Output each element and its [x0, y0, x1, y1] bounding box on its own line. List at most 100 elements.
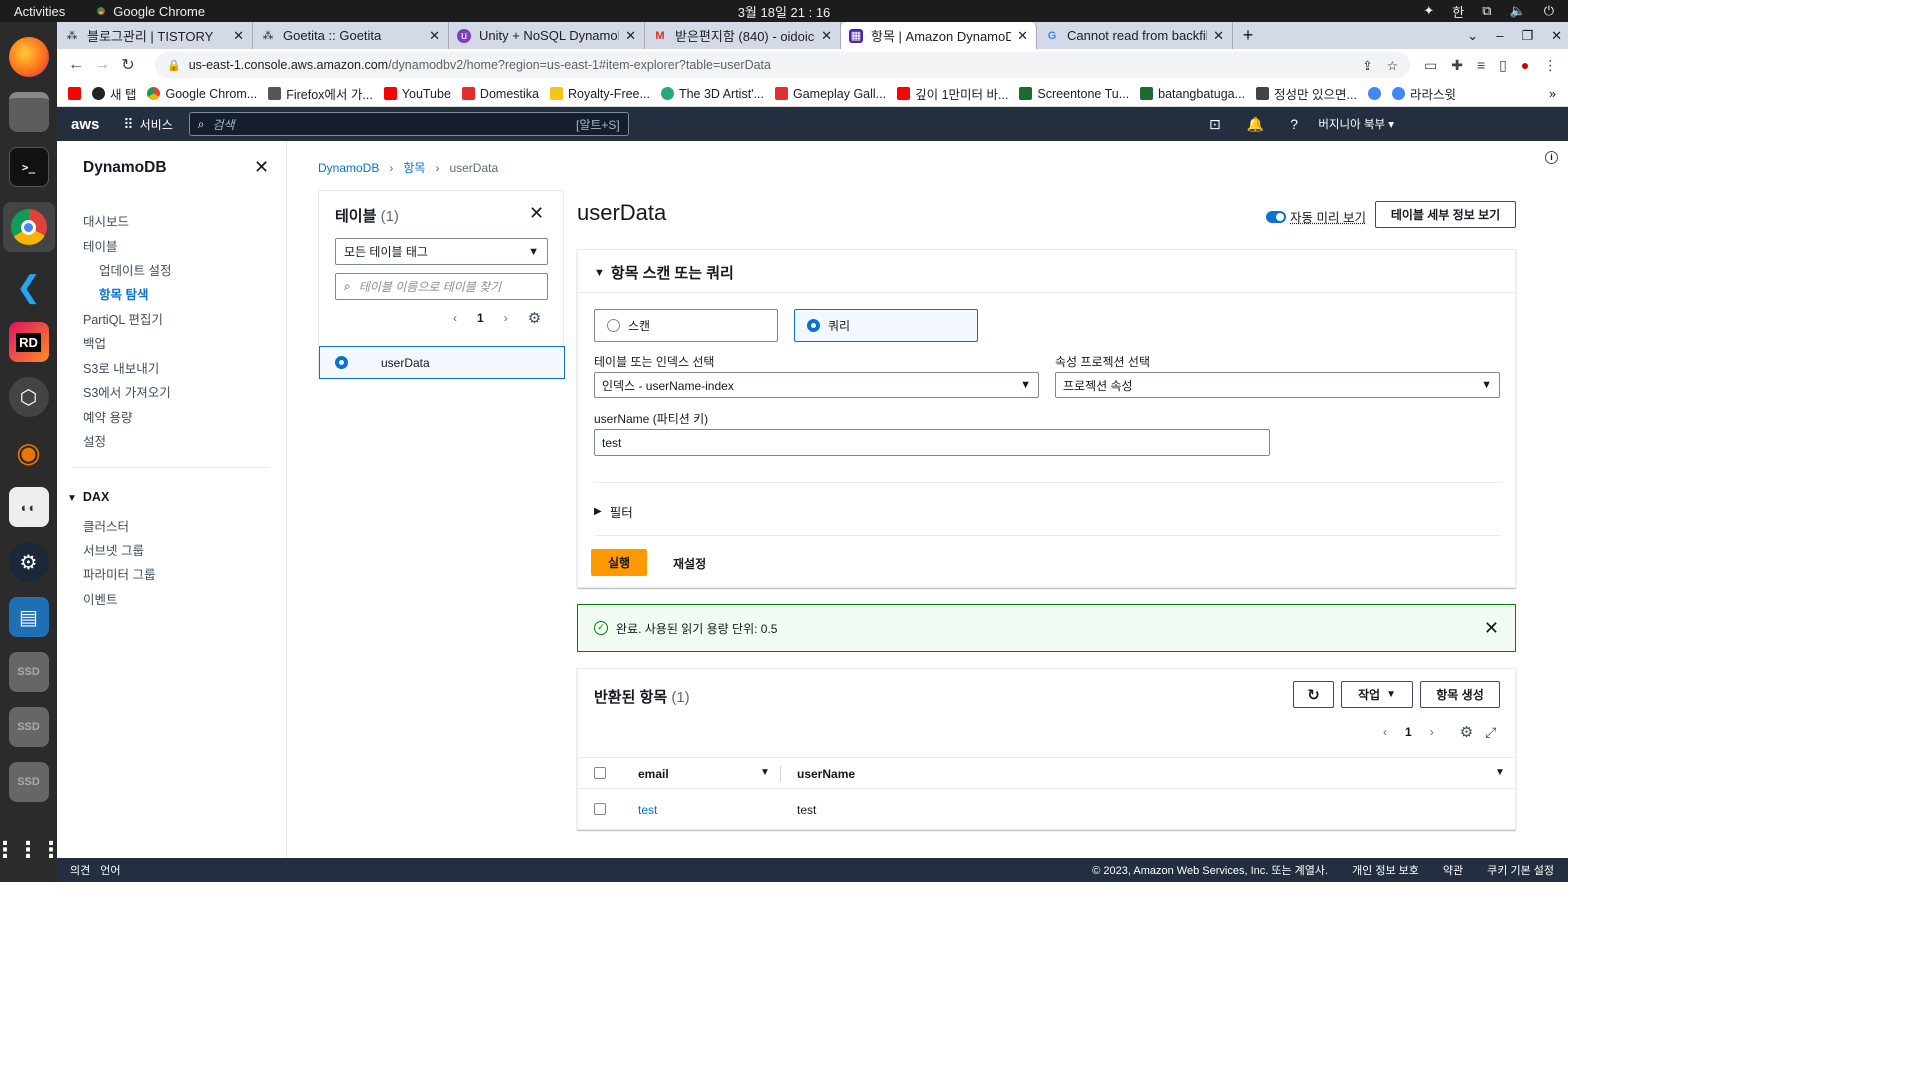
- tab-search-icon[interactable]: ⌄: [1467, 22, 1478, 49]
- firefox-icon[interactable]: [8, 37, 49, 77]
- partition-key-input[interactable]: test: [594, 429, 1270, 456]
- feedback-link[interactable]: 의견: [70, 862, 90, 878]
- create-item-button[interactable]: 항목 생성: [1420, 681, 1500, 708]
- reset-button[interactable]: 재설정: [673, 555, 706, 572]
- tab-gmail[interactable]: M 받은편지함 (840) - oidoico ✕: [645, 22, 841, 49]
- nav-item-dashboard[interactable]: 대시보드: [83, 211, 129, 230]
- nav-item-parameter-groups[interactable]: 파라미터 그룹: [83, 564, 155, 583]
- scan-query-header[interactable]: ▼ 항목 스캔 또는 쿼리: [594, 262, 734, 283]
- bookmark-item[interactable]: The 3D Artist'...: [660, 87, 764, 101]
- lock-icon[interactable]: 🔒: [167, 59, 181, 72]
- tab-close-icon[interactable]: ✕: [821, 28, 832, 44]
- nav-item-reserved-capacity[interactable]: 예약 용량: [83, 407, 132, 426]
- volume-icon[interactable]: 🔈: [1510, 3, 1526, 19]
- scan-option[interactable]: 스캔: [594, 309, 778, 342]
- filters-expander[interactable]: ▶ 필터: [594, 502, 633, 521]
- chrome-icon[interactable]: [2, 202, 55, 252]
- vscode-icon[interactable]: ❮: [8, 267, 49, 307]
- next-page-icon[interactable]: ›: [504, 311, 508, 325]
- nav-item-clusters[interactable]: 클러스터: [83, 516, 129, 535]
- tab-close-icon[interactable]: ✕: [429, 28, 440, 44]
- info-icon[interactable]: i: [1545, 151, 1558, 164]
- viewer-icon[interactable]: ◐◐: [8, 487, 49, 527]
- tab-dynamodb[interactable]: ▦ 항목 | Amazon DynamoDB ✕: [841, 22, 1037, 49]
- steam-icon[interactable]: ⚙: [8, 542, 49, 582]
- projection-select[interactable]: 프로젝션 속성 ▼: [1055, 372, 1500, 398]
- region-selector[interactable]: 버지니아 북부 ▾: [1318, 116, 1394, 132]
- search-input[interactable]: ⌕ 검색 [알트+S]: [188, 112, 629, 136]
- bookmark-item[interactable]: 새 탭: [92, 84, 136, 103]
- maximize-icon[interactable]: ❐: [1521, 22, 1533, 49]
- nav-item-tables[interactable]: 테이블: [83, 236, 118, 255]
- index-select[interactable]: 인덱스 - userName-index ▼: [594, 372, 1039, 398]
- reload-icon[interactable]: ↻: [115, 55, 141, 75]
- notifications-icon[interactable]: 🔔: [1247, 116, 1264, 133]
- ssd-icon[interactable]: SSD: [8, 652, 49, 692]
- cell-email-link[interactable]: test: [638, 803, 657, 817]
- ssd-icon[interactable]: SSD: [8, 762, 49, 802]
- share-icon[interactable]: ⇪: [1362, 58, 1372, 73]
- profile-avatar[interactable]: ●: [1521, 57, 1529, 74]
- power-icon[interactable]: ⏻: [1544, 3, 1554, 19]
- page-number[interactable]: 1: [1405, 725, 1412, 739]
- breadcrumb-dynamodb[interactable]: DynamoDB: [318, 161, 379, 175]
- nav-item-update-settings[interactable]: 업데이트 설정: [99, 260, 171, 279]
- bookmark-star-icon[interactable]: ☆: [1387, 58, 1398, 73]
- help-icon[interactable]: ?: [1290, 116, 1298, 133]
- terminal-icon[interactable]: >_: [8, 147, 49, 187]
- activities-button[interactable]: Activities: [0, 4, 79, 19]
- bookmark-item[interactable]: Gameplay Gall...: [775, 87, 886, 101]
- language-link[interactable]: 언어: [100, 862, 120, 878]
- nav-item-partiql-editor[interactable]: PartiQL 편집기: [83, 309, 163, 328]
- nav-item-import-s3[interactable]: S3에서 가져오기: [83, 382, 171, 401]
- auto-preview-toggle[interactable]: 자동 미리 보기: [1266, 207, 1366, 226]
- bookmark-item[interactable]: Domestika: [461, 87, 539, 101]
- forward-icon[interactable]: →: [89, 56, 115, 74]
- ssd-icon[interactable]: SSD: [8, 707, 49, 747]
- table-list-item[interactable]: userData: [319, 346, 565, 379]
- table-search-input[interactable]: ⌕ 테이블 이름으로 테이블 찾기: [335, 273, 548, 300]
- column-header-username[interactable]: userName: [797, 767, 855, 781]
- next-page-icon[interactable]: ›: [1430, 725, 1434, 739]
- query-option[interactable]: 쿼리: [794, 309, 978, 342]
- privacy-link[interactable]: 개인 정보 보호: [1352, 862, 1419, 878]
- rider-icon[interactable]: RD: [8, 322, 49, 362]
- table-radio[interactable]: [335, 356, 348, 369]
- fullscreen-icon[interactable]: ⤢: [1485, 724, 1496, 741]
- close-window-icon[interactable]: ✕: [1551, 22, 1562, 49]
- network-icon[interactable]: ⧉: [1482, 3, 1491, 19]
- query-radio[interactable]: [807, 319, 820, 332]
- nav-item-backups[interactable]: 백업: [83, 333, 106, 352]
- tab-close-icon[interactable]: ✕: [1213, 28, 1224, 44]
- nav-item-settings[interactable]: 설정: [83, 431, 106, 450]
- system-tray[interactable]: ✦ 한 ⧉ 🔈 ⏻: [1423, 0, 1554, 22]
- table-tag-select[interactable]: 모든 테이블 태그 ▼: [335, 238, 548, 265]
- files-icon[interactable]: [8, 92, 49, 132]
- terms-link[interactable]: 약관: [1443, 862, 1463, 878]
- bookmark-google-shortcut[interactable]: [1367, 87, 1381, 100]
- reading-list-icon[interactable]: ≡: [1477, 57, 1485, 74]
- dismiss-alert-icon[interactable]: ✕: [1484, 618, 1499, 639]
- refresh-button[interactable]: ↻: [1293, 681, 1334, 708]
- nav-title[interactable]: DynamoDB: [83, 159, 167, 177]
- column-separator[interactable]: [780, 766, 781, 782]
- back-icon[interactable]: ←: [63, 56, 89, 74]
- bookmark-item[interactable]: 라라스윗: [1391, 84, 1456, 103]
- nav-item-explore-items[interactable]: 항목 탐색: [99, 284, 148, 303]
- bookmark-item[interactable]: batangbatuga...: [1140, 87, 1245, 101]
- settings-gear-icon[interactable]: ⚙: [528, 309, 541, 327]
- new-tab-button[interactable]: +: [1233, 22, 1263, 49]
- column-header-email[interactable]: email: [638, 767, 669, 781]
- prev-page-icon[interactable]: ‹: [1383, 725, 1387, 739]
- tab-tistory[interactable]: ⁂ 블로그관리 | TISTORY ✕: [57, 22, 253, 49]
- bookmark-item[interactable]: Google Chrom...: [147, 87, 257, 101]
- writer-icon[interactable]: ▤: [8, 597, 49, 637]
- active-app-menu[interactable]: Google Chrome: [95, 4, 205, 19]
- run-button[interactable]: 실행: [591, 549, 647, 576]
- bookmark-item[interactable]: Royalty-Free...: [549, 87, 650, 101]
- scan-radio[interactable]: [607, 319, 620, 332]
- tab-goetita[interactable]: ⁂ Goetita :: Goetita ✕: [253, 22, 449, 49]
- cloudshell-icon[interactable]: ⊡: [1209, 116, 1221, 133]
- cookie-preferences-link[interactable]: 쿠키 기본 설정: [1487, 862, 1554, 878]
- close-panel-icon[interactable]: ✕: [529, 203, 544, 224]
